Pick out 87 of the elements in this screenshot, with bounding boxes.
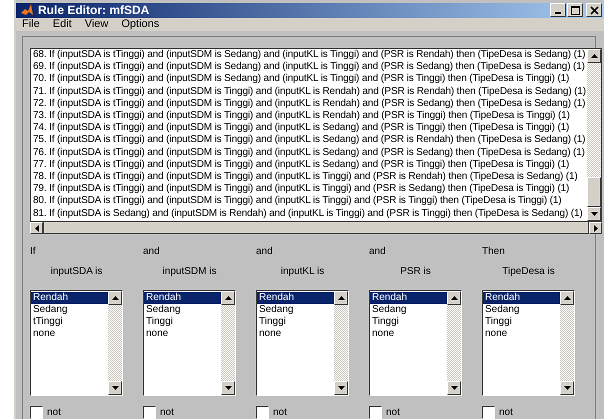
maximize-button[interactable] xyxy=(567,3,583,18)
scroll-up-icon[interactable] xyxy=(221,291,235,305)
checkbox-label: not xyxy=(160,407,174,418)
variable-label: PSR is xyxy=(400,266,431,277)
checkbox-label: not xyxy=(47,407,61,418)
list-option[interactable]: Sedang xyxy=(370,304,447,316)
scroll-right-icon[interactable] xyxy=(589,222,602,234)
rule-item[interactable]: 81. If (inputSDA is Sedang) and (inputSDM is Rendah) and (inputKL is Tinggi) and (PSR is Tinggi) then (TipeDesa is Sedang) (1) xyxy=(33,208,587,220)
scroll-up-icon[interactable] xyxy=(587,49,601,63)
window-title: Rule Editor: mfSDA xyxy=(38,3,150,18)
list-option[interactable]: Tinggi xyxy=(483,316,560,328)
list-option[interactable]: Sedang xyxy=(144,304,221,316)
list-option[interactable]: Tinggi xyxy=(257,316,334,328)
scroll-thumb[interactable] xyxy=(587,177,601,207)
list-box[interactable]: Rendah Sedang Tinggi none xyxy=(256,290,349,396)
rule-item[interactable]: 70. If (inputSDA is tTinggi) and (inputSDM is Sedang) and (inputKL is Tinggi) and (PSR is Tinggi) then (TipeDesa is Tinggi) (1) xyxy=(33,73,587,86)
variable-label: inputSDM is xyxy=(162,266,216,277)
not-checkbox[interactable] xyxy=(143,406,156,419)
list-option[interactable]: Rendah xyxy=(31,292,108,304)
rule-item[interactable]: 76. If (inputSDA is tTinggi) and (inputSDM is Tinggi) and (inputKL is Sedang) and (PSR is Sedang) then (TipeDesa is Sedang) (1) xyxy=(33,146,587,159)
variable-label: TipeDesa is xyxy=(502,266,555,277)
rule-item[interactable]: 69. If (inputSDA is tTinggi) and (inputSDM is Sedang) and (inputKL is Tinggi) and (PSR is Sedang) then (TipeDesa is Sedang) (1) xyxy=(33,61,587,74)
checkbox-label: not xyxy=(386,407,400,418)
list-option[interactable]: none xyxy=(31,328,108,340)
scroll-down-icon[interactable] xyxy=(447,381,461,395)
not-checkbox[interactable] xyxy=(369,406,382,419)
list-option[interactable]: Rendah xyxy=(370,292,447,304)
variable-label: inputSDA is xyxy=(50,266,102,277)
scroll-down-icon[interactable] xyxy=(221,381,235,395)
rule-item[interactable]: 74. If (inputSDA is tTinggi) and (inputSDM is Tinggi) and (inputKL is Sedang) and (PSR is Tinggi) then (TipeDesa is Tinggi) (1) xyxy=(33,122,587,134)
rule-item[interactable]: 77. If (inputSDA is tTinggi) and (inputSDM is Tinggi) and (inputKL is Sedang) and (PSR is Tinggi) then (TipeDesa is Tinggi) (1) xyxy=(33,158,587,172)
rule-item[interactable]: 73. If (inputSDA is tTinggi) and (inputSDM is Tinggi) and (inputKL is Rendah) and (PSR is Tinggi) then (TipeDesa is Tinggi) (1) xyxy=(33,110,587,122)
maximize-icon xyxy=(570,6,580,15)
connector-label: If xyxy=(30,246,37,258)
list-option[interactable]: tTinggi xyxy=(31,316,108,328)
rule-item[interactable]: 68. If (inputSDA is tTinggi) and (inputSDM is Sedang) and (inputKL is Tinggi) and (PSR is Rendah) then (TipeDesa is Sedang) (1) xyxy=(33,49,587,62)
rule-item[interactable]: 80. If (inputSDA is tTinggi) and (inputSDM is Tinggi) and (inputKL is Tinggi) and (PSR is Tinggi) then (TipeDesa is Tinggi) (1) xyxy=(33,195,587,208)
close-icon xyxy=(590,6,598,15)
not-checkbox[interactable] xyxy=(256,406,269,419)
list-box[interactable]: Rendah Sedang Tinggi none xyxy=(143,290,236,396)
menu-item[interactable]: Edit xyxy=(52,18,72,30)
menu-item[interactable]: View xyxy=(84,18,108,30)
rule-item[interactable]: 72. If (inputSDA is tTinggi) and (inputSDM is Tinggi) and (inputKL is Rendah) and (PSR is Sedang) then (TipeDesa is Sedang) (1) xyxy=(33,98,587,110)
variable-label: inputKL is xyxy=(280,266,324,277)
list-option[interactable]: Rendah xyxy=(483,292,560,304)
rule-item[interactable]: 71. If (inputSDA is tTinggi) and (inputSDM is Tinggi) and (inputKL is Rendah) and (PSR is Rendah) then (TipeDesa is Sedang) (1) xyxy=(33,86,587,98)
horizontal-scrollbar[interactable] xyxy=(30,222,602,234)
scroll-down-icon[interactable] xyxy=(334,381,348,395)
connector-label: and xyxy=(143,246,161,258)
menu-item[interactable]: Options xyxy=(121,18,160,30)
rule-item[interactable]: 75. If (inputSDA is tTinggi) and (inputSDM is Tinggi) and (inputKL is Sedang) and (PSR is Rendah) then (TipeDesa is Sedang) (1) xyxy=(33,134,587,147)
scroll-up-icon[interactable] xyxy=(560,291,574,305)
list-option[interactable]: Tinggi xyxy=(370,316,447,328)
list-box[interactable]: Rendah Sedang Tinggi none xyxy=(482,290,575,396)
connector-label: and xyxy=(369,246,387,258)
scroll-up-icon[interactable] xyxy=(447,291,461,305)
minimize-button[interactable] xyxy=(550,3,566,18)
list-option[interactable]: Rendah xyxy=(257,292,334,304)
not-checkbox[interactable] xyxy=(482,406,495,419)
not-checkbox[interactable] xyxy=(30,406,43,419)
peak-logo-icon xyxy=(20,3,34,18)
list-option[interactable]: Sedang xyxy=(483,304,560,316)
connector-label: Then xyxy=(482,246,506,258)
list-option[interactable]: none xyxy=(370,328,447,340)
close-button[interactable] xyxy=(586,3,602,18)
scroll-left-icon[interactable] xyxy=(30,222,43,234)
list-option[interactable]: Sedang xyxy=(257,304,334,316)
list-box[interactable]: Rendah Sedang Tinggi none xyxy=(369,290,462,396)
scroll-down-icon[interactable] xyxy=(108,381,122,395)
connector-label: and xyxy=(256,246,274,258)
scroll-up-icon[interactable] xyxy=(334,291,348,305)
list-option[interactable]: Tinggi xyxy=(144,316,221,328)
list-option[interactable]: Rendah xyxy=(144,292,221,304)
rule-item[interactable]: 78. If (inputSDA is tTinggi) and (inputSDM is Tinggi) and (inputKL is Tinggi) and (PSR is Rendah) then (TipeDesa is Sedang) (1) xyxy=(33,171,587,184)
scroll-down-icon[interactable] xyxy=(560,381,574,395)
rule-item[interactable]: 79. If (inputSDA is tTinggi) and (inputSDM is Tinggi) and (inputKL is Tinggi) and (PSR is Sedang) then (TipeDesa is Tinggi) (1) xyxy=(33,183,587,196)
scroll-down-icon[interactable] xyxy=(587,207,601,221)
checkbox-label: not xyxy=(499,407,513,418)
menu-item[interactable]: File xyxy=(22,18,40,30)
list-option[interactable]: none xyxy=(483,328,560,340)
vertical-scrollbar[interactable] xyxy=(587,49,601,221)
list-option[interactable]: none xyxy=(257,328,334,340)
list-box[interactable]: Rendah Sedang tTinggi none xyxy=(30,290,123,396)
scroll-up-icon[interactable] xyxy=(108,291,122,305)
checkbox-label: not xyxy=(273,407,287,418)
list-option[interactable]: none xyxy=(144,328,221,340)
list-option[interactable]: Sedang xyxy=(31,304,108,316)
